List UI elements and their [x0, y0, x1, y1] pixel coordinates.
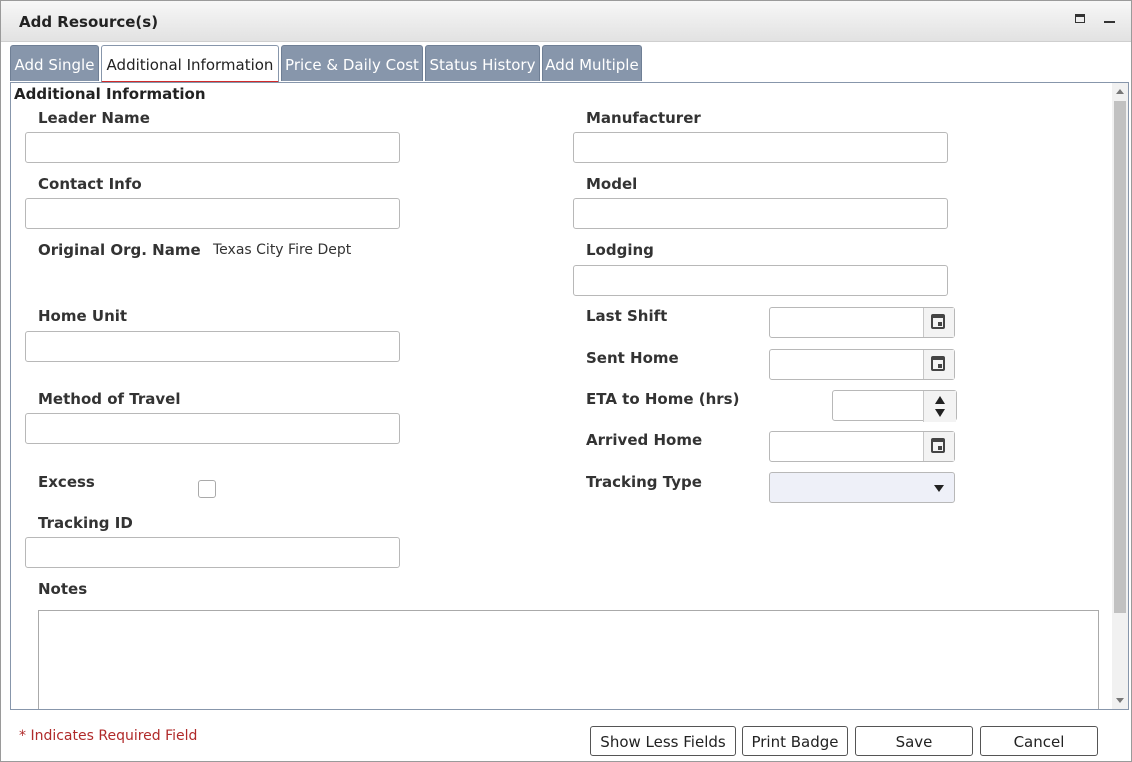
tracking-id-label: Tracking ID [38, 514, 133, 532]
arrived-home-label: Arrived Home [586, 431, 703, 449]
sent-home-calendar-button[interactable] [923, 350, 954, 379]
panel-scrollbar[interactable] [1112, 83, 1128, 709]
original-org-value: Texas City Fire Dept [213, 242, 352, 258]
leader-name-label: Leader Name [38, 109, 150, 127]
minimize-icon[interactable] [1102, 11, 1118, 27]
arrived-home-calendar-button[interactable] [923, 432, 954, 461]
tab-add-multiple[interactable]: Add Multiple [542, 45, 642, 81]
save-button[interactable]: Save [855, 726, 973, 756]
lodging-input[interactable] [573, 265, 948, 296]
leader-name-input[interactable] [25, 132, 400, 163]
excess-checkbox[interactable] [198, 480, 216, 498]
chevron-down-icon [934, 485, 944, 492]
section-title: Additional Information [14, 85, 206, 103]
contact-info-label: Contact Info [38, 175, 142, 193]
tab-additional-information[interactable]: Additional Information [101, 45, 279, 83]
eta-home-input[interactable] [832, 390, 957, 422]
home-unit-label: Home Unit [38, 307, 128, 325]
tab-status-history[interactable]: Status History [425, 45, 540, 81]
excess-label: Excess [38, 473, 95, 491]
sent-home-label: Sent Home [586, 349, 679, 367]
spin-up-icon[interactable] [924, 391, 956, 406]
home-unit-input[interactable] [25, 331, 400, 362]
arrived-home-input[interactable] [769, 431, 955, 462]
calendar-icon [931, 314, 945, 329]
sent-home-input[interactable] [769, 349, 955, 380]
tab-add-single[interactable]: Add Single [10, 45, 99, 81]
dialog-title: Add Resource(s) [19, 13, 159, 31]
additional-information-panel: Additional Information Leader Name Conta… [10, 82, 1129, 710]
calendar-icon [931, 356, 945, 371]
tab-price-daily-cost[interactable]: Price & Daily Cost [281, 45, 423, 81]
tracking-id-input[interactable] [25, 537, 400, 568]
tracking-type-label: Tracking Type [586, 473, 702, 491]
notes-textarea[interactable] [38, 610, 1099, 709]
manufacturer-input[interactable] [573, 132, 948, 163]
scroll-thumb[interactable] [1114, 101, 1126, 613]
method-of-travel-label: Method of Travel [38, 390, 181, 408]
cancel-button[interactable]: Cancel [980, 726, 1098, 756]
scroll-down-icon[interactable] [1116, 698, 1124, 703]
maximize-icon[interactable] [1073, 11, 1089, 27]
show-less-fields-button[interactable]: Show Less Fields [590, 726, 736, 756]
last-shift-label: Last Shift [586, 307, 668, 325]
model-label: Model [586, 175, 638, 193]
method-of-travel-input[interactable] [25, 413, 400, 444]
add-resources-dialog: Add Resource(s) Add Single Additional In… [0, 0, 1132, 762]
model-input[interactable] [573, 198, 948, 229]
tracking-type-select[interactable] [769, 472, 955, 503]
scroll-up-icon[interactable] [1116, 89, 1124, 94]
last-shift-calendar-button[interactable] [923, 308, 954, 337]
lodging-label: Lodging [586, 241, 654, 259]
spin-down-icon[interactable] [924, 406, 956, 421]
original-org-label: Original Org. Name [38, 241, 201, 259]
eta-home-label: ETA to Home (hrs) [586, 390, 740, 408]
manufacturer-label: Manufacturer [586, 109, 701, 127]
last-shift-input[interactable] [769, 307, 955, 338]
contact-info-input[interactable] [25, 198, 400, 229]
dialog-titlebar: Add Resource(s) [1, 1, 1131, 42]
required-field-note: * Indicates Required Field [19, 728, 198, 744]
print-badge-button[interactable]: Print Badge [742, 726, 848, 756]
notes-label: Notes [38, 580, 88, 598]
calendar-icon [931, 438, 945, 453]
eta-home-spinner [923, 391, 956, 422]
